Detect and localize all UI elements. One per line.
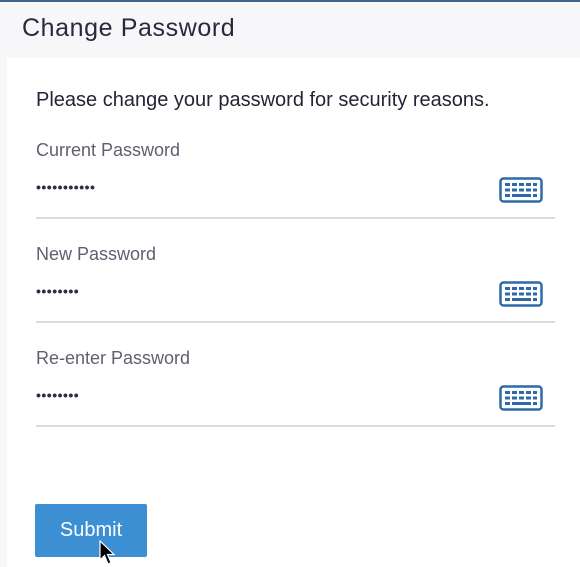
- current-password-field: Current Password •••••••••••: [36, 139, 555, 219]
- current-password-label: Current Password: [36, 140, 181, 160]
- current-password-input[interactable]: •••••••••••: [36, 177, 95, 197]
- top-border: [0, 0, 580, 2]
- reenter-password-label: Re-enter Password: [36, 348, 191, 368]
- reenter-password-input[interactable]: ••••••••: [36, 385, 79, 405]
- new-password-input[interactable]: ••••••••: [36, 281, 79, 301]
- field-underline: [36, 425, 555, 427]
- submit-button[interactable]: Submit: [35, 504, 147, 557]
- keyboard-icon[interactable]: [499, 177, 543, 203]
- field-underline: [36, 217, 555, 219]
- keyboard-icon[interactable]: [499, 281, 543, 307]
- reenter-password-field: Re-enter Password ••••••••: [36, 347, 555, 427]
- keyboard-icon[interactable]: [499, 385, 543, 411]
- intro-text: Please change your password for security…: [36, 89, 490, 111]
- field-underline: [36, 321, 555, 323]
- page-title: Change Password: [22, 14, 236, 42]
- new-password-field: New Password ••••••••: [36, 243, 555, 323]
- new-password-label: New Password: [36, 244, 157, 264]
- change-password-card: Please change your password for security…: [7, 58, 580, 567]
